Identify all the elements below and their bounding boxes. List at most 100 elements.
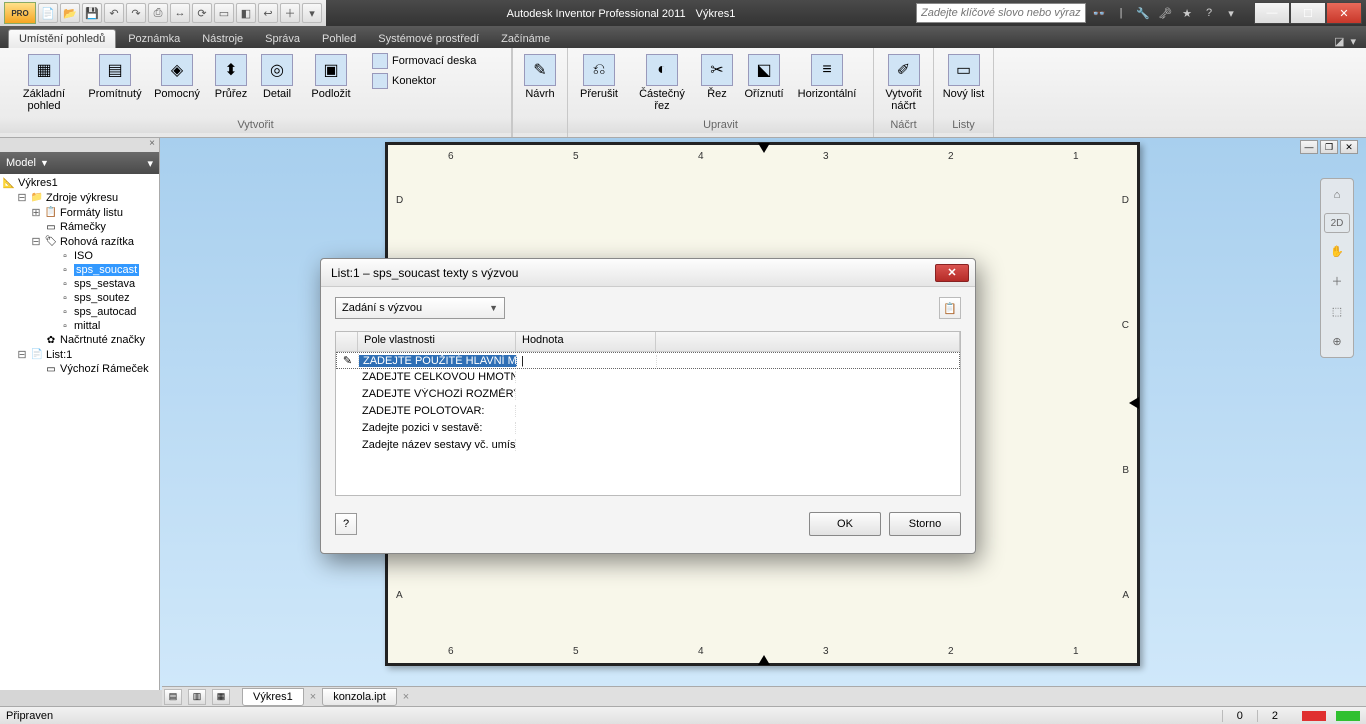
qat-dropdown-icon[interactable]: ▾ — [302, 3, 322, 23]
col-header-hodnota[interactable]: Hodnota — [516, 332, 656, 351]
dialog-titlebar[interactable]: List:1 – sps_soucast texty s výzvou ✕ — [321, 259, 975, 287]
maximize-button[interactable]: ☐ — [1290, 2, 1326, 24]
btn-prerusit[interactable]: ⎌Přerušit — [574, 52, 624, 102]
ribbon-help-icon[interactable]: ▾ — [1350, 35, 1356, 48]
btn-formovaci-deska[interactable]: Formovací deska — [368, 52, 480, 70]
tree-list1[interactable]: ⊟📄List:1 — [16, 347, 157, 362]
ribbon-pin-icon[interactable]: ◪ — [1334, 35, 1344, 48]
tab-sprava[interactable]: Správa — [255, 30, 310, 48]
search-input[interactable] — [917, 4, 1085, 22]
btn-oriznuti[interactable]: ⬕Oříznutí — [738, 52, 790, 102]
search-box[interactable] — [916, 3, 1086, 23]
tab-poznamka[interactable]: Poznámka — [118, 30, 190, 48]
nav-zoom-all-icon[interactable]: ⊕ — [1325, 329, 1349, 353]
nav-2d-icon[interactable]: 2D — [1324, 213, 1350, 233]
grid-row[interactable]: ZADEJTE CELKOVOU HMOTNOS — [336, 369, 960, 386]
binoculars-icon[interactable]: 👓 — [1090, 4, 1108, 22]
panel-close-icon[interactable]: × — [0, 138, 159, 152]
grid-row[interactable]: ✎ZADEJTE POUŽITÉ HLAVNÍ MĚŘ — [336, 352, 960, 369]
nav-pan-icon[interactable]: ✋ — [1325, 239, 1349, 263]
btn-prurez[interactable]: ⬍Průřez — [210, 52, 252, 102]
btn-vytvorit-nacrt[interactable]: ✐Vytvořit náčrt — [880, 52, 927, 114]
cancel-button[interactable]: Storno — [889, 512, 961, 536]
tree-sps-soucast[interactable]: ▫sps_soucast — [44, 263, 157, 277]
qat-print-icon[interactable]: ⎙ — [148, 3, 168, 23]
btn-podlozit[interactable]: ▣Podložit — [302, 52, 360, 102]
grid-row[interactable]: Zadejte název sestavy vč. umís — [336, 437, 960, 454]
qat-undo-icon[interactable]: ↶ — [104, 3, 124, 23]
nav-home-icon[interactable]: ⌂ — [1325, 183, 1349, 207]
tree-zdroje[interactable]: ⊟📁Zdroje výkresu — [16, 190, 157, 205]
tab-zaciname[interactable]: Začínáme — [491, 30, 560, 48]
help-dropdown-icon[interactable]: ▾ — [1222, 4, 1240, 22]
col-header-pole[interactable]: Pole vlastnosti — [358, 332, 516, 351]
tree-rohova[interactable]: ⊟🏷Rohová razítka — [30, 234, 157, 249]
tree-root[interactable]: 📐Výkres1 — [2, 176, 157, 190]
grid-row[interactable]: ZADEJTE POLOTOVAR: — [336, 403, 960, 420]
panel-header[interactable]: Model ▼ ▾ — [0, 152, 159, 174]
qat-open-icon[interactable]: 📂 — [60, 3, 80, 23]
tree-vychozi-ramecek[interactable]: ▭Výchozí Rámeček — [30, 362, 157, 376]
dialog-help-button[interactable]: ? — [335, 513, 357, 535]
btn-promitnutý[interactable]: ▤Promítnutý — [86, 52, 144, 102]
qat-dim-icon[interactable]: ↔ — [170, 3, 190, 23]
dialog-close-button[interactable]: ✕ — [935, 264, 969, 282]
minimize-button[interactable]: — — [1254, 2, 1290, 24]
nav-zoom-window-icon[interactable]: ⬚ — [1325, 299, 1349, 323]
doc-close-button[interactable]: ✕ — [1340, 140, 1358, 154]
tree-sps-sestava[interactable]: ▫sps_sestava — [44, 277, 157, 291]
tile-horizontal-icon[interactable]: ▤ — [164, 689, 182, 705]
tree-mittal[interactable]: ▫mittal — [44, 319, 157, 333]
qat-new-icon[interactable]: 📄 — [38, 3, 58, 23]
doc-restore-button[interactable]: ❐ — [1320, 140, 1338, 154]
btn-rez[interactable]: ✂Řez — [700, 52, 734, 102]
properties-grid[interactable]: Pole vlastnosti Hodnota ✎ZADEJTE POUŽITÉ… — [335, 331, 961, 496]
qat-return-icon[interactable]: ↩ — [258, 3, 278, 23]
btn-pomocny[interactable]: ◈Pomocný — [148, 52, 206, 102]
tab-nastroje[interactable]: Nástroje — [192, 30, 253, 48]
btn-konektor[interactable]: Konektor — [368, 72, 480, 90]
value-input[interactable] — [517, 355, 657, 367]
tree-formaty[interactable]: ⊞📋Formáty listu — [30, 205, 157, 220]
qat-save-icon[interactable]: 💾 — [82, 3, 102, 23]
panel-options-icon[interactable]: ▾ — [147, 157, 153, 170]
btn-horizontalni[interactable]: ≡Horizontální — [794, 52, 860, 102]
btn-navrh[interactable]: ✎Návrh — [519, 52, 561, 102]
tile-vertical-icon[interactable]: ▥ — [188, 689, 206, 705]
tree-nacrtnute[interactable]: ✿Načrtnuté značky — [30, 333, 157, 347]
cascade-icon[interactable]: ▦ — [212, 689, 230, 705]
btn-zakladni-pohled[interactable]: ▦Základní pohled — [6, 52, 82, 114]
ok-button[interactable]: OK — [809, 512, 881, 536]
qat-plus-icon[interactable]: ＋ — [280, 3, 300, 23]
form-icon[interactable]: 📋 — [939, 297, 961, 319]
key-icon[interactable]: 🗝 — [1156, 4, 1174, 22]
tab-pohled[interactable]: Pohled — [312, 30, 366, 48]
nav-zoom-in-icon[interactable]: ＋ — [1325, 269, 1349, 293]
qat-select-icon[interactable]: ▭ — [214, 3, 234, 23]
app-logo[interactable]: PRO — [4, 2, 36, 24]
wrench-icon[interactable]: 🔧 — [1134, 4, 1152, 22]
tab-umisteni-pohledu[interactable]: Umístění pohledů — [8, 29, 116, 48]
btn-detail[interactable]: ◎Detail — [256, 52, 298, 102]
doc-tab-close-icon[interactable]: × — [306, 691, 320, 703]
tree-iso[interactable]: ▫ISO — [44, 249, 157, 263]
btn-novy-list[interactable]: ▭Nový list — [940, 52, 987, 102]
tab-systemove-prostredi[interactable]: Systémové prostředí — [368, 30, 489, 48]
favorite-icon[interactable]: ★ — [1178, 4, 1196, 22]
tree-sps-soutez[interactable]: ▫sps_soutez — [44, 291, 157, 305]
qat-material-icon[interactable]: ◧ — [236, 3, 256, 23]
qat-redo-icon[interactable]: ↷ — [126, 3, 146, 23]
tree-sps-autocad[interactable]: ▫sps_autocad — [44, 305, 157, 319]
help-icon[interactable]: ? — [1200, 4, 1218, 22]
qat-update-icon[interactable]: ⟳ — [192, 3, 212, 23]
doc-tab-vykres1[interactable]: Výkres1 — [242, 688, 304, 706]
doc-tab-konzola[interactable]: konzola.ipt — [322, 688, 397, 706]
model-tree[interactable]: 📐Výkres1 ⊟📁Zdroje výkresu ⊞📋Formáty list… — [0, 174, 159, 690]
doc-minimize-button[interactable]: — — [1300, 140, 1318, 154]
prompt-type-combo[interactable]: Zadání s výzvou ▼ — [335, 297, 505, 319]
grid-row[interactable]: Zadejte pozici v sestavě: — [336, 420, 960, 437]
doc-tab-close-icon[interactable]: × — [399, 691, 413, 703]
close-button[interactable]: ✕ — [1326, 2, 1362, 24]
grid-row[interactable]: ZADEJTE VÝCHOZÍ ROZMĚRY: — [336, 386, 960, 403]
tree-ramecky[interactable]: ▭Rámečky — [30, 220, 157, 234]
